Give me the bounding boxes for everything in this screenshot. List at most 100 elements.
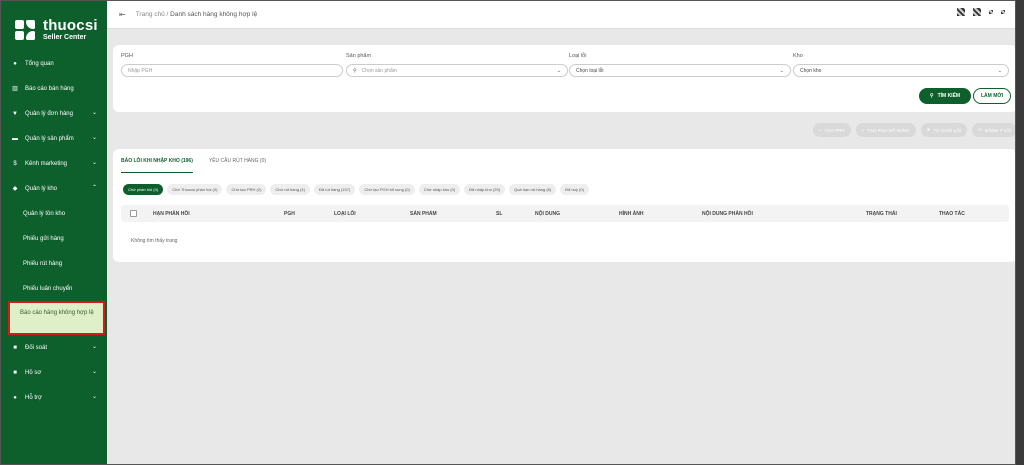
app-window: thuocsi Seller Center ● Tổng quan ▥ Báo … <box>0 0 1016 465</box>
action-bar: + TẠO PRH + TẠO PGH BỔ SUNG ⊗ TỪ CHỐI LỖI ⊙… <box>813 123 1015 137</box>
product-select[interactable]: ⚲ Chọn sản phẩm ⌄ <box>346 64 568 77</box>
topbar: ⇤ Trang chủ / Danh sách hàng không hợp l… <box>107 1 1015 29</box>
chevron-down-icon: ⌄ <box>91 369 97 375</box>
status-chip[interactable]: Chờ tạo PGH bổ sung (0) <box>359 184 415 195</box>
sidebar-subitem-label: Phiếu luân chuyển <box>23 285 73 292</box>
sidebar-item-orders[interactable]: ▼ Quản lý đơn hàng ⌄ <box>1 101 107 126</box>
sidebar-item-label: Quản lý sản phẩm <box>25 135 74 142</box>
column-header: NỘI DUNG PHẢN HỒI <box>702 211 753 217</box>
create-prh-button[interactable]: + TẠO PRH <box>813 123 851 137</box>
chevron-down-icon: ⌄ <box>91 394 97 400</box>
main-content: ⇤ Trang chủ / Danh sách hàng không hợp l… <box>107 1 1015 464</box>
check-icon: ⊙ <box>977 127 982 132</box>
sidebar-subitem-label: Phiếu rút hàng <box>23 260 63 267</box>
sidebar-item-label: Kênh marketing <box>25 160 68 167</box>
pgh-label: PGH <box>121 53 133 59</box>
sidebar-subitem-transfer[interactable]: Phiếu luân chuyển <box>1 276 107 301</box>
tab-withdraw-requests[interactable]: YÊU CẦU RÚT HÀNG (0) <box>209 158 266 173</box>
close-icon: ⊗ <box>926 127 931 132</box>
sidebar-item-overview[interactable]: ● Tổng quan <box>1 51 107 76</box>
error-type-select[interactable]: Chọn loại lỗi ⌄ <box>569 64 791 77</box>
status-chip[interactable]: Đã nhập kho (25) <box>464 184 506 195</box>
product-icon: ▬ <box>12 135 18 142</box>
status-chip[interactable]: Đã rút hàng (157) <box>313 184 356 195</box>
chart-icon: ▥ <box>12 86 18 92</box>
filter-panel: PGH Nhập PGH Sản phẩm ⚲ Chọn sản phẩm ⌄ … <box>113 45 1015 112</box>
chevron-down-icon: ⌄ <box>779 67 784 74</box>
status-chip[interactable]: Đã huỷ (0) <box>560 184 589 195</box>
warehouse-icon: ◆ <box>12 186 18 192</box>
doc-icon: ■ <box>13 369 17 376</box>
sidebar-subitem-shipment[interactable]: Phiếu gửi hàng <box>1 226 107 251</box>
warehouse-select[interactable]: Chọn kho ⌄ <box>793 64 1009 77</box>
topbar-right <box>957 8 1005 16</box>
logo[interactable]: thuocsi Seller Center <box>1 1 107 47</box>
breadcrumb-home[interactable]: Trang chủ <box>136 11 165 18</box>
collapse-sidebar-icon[interactable]: ⇤ <box>119 10 126 19</box>
chevron-down-icon: ⌄ <box>91 135 97 141</box>
status-chip[interactable]: Chờ Thuocsi phản hồi (0) <box>167 184 223 195</box>
product-placeholder: Chọn sản phẩm <box>361 67 397 74</box>
avatar[interactable] <box>957 8 965 16</box>
warehouse-value: Chọn kho <box>800 67 822 74</box>
column-header: LOẠI LỖI <box>334 211 356 217</box>
sidebar-item-sales-report[interactable]: ▥ Báo cáo bán hàng <box>1 76 107 101</box>
product-label: Sản phẩm <box>346 53 372 59</box>
pgh-input[interactable]: Nhập PGH <box>121 64 343 77</box>
sidebar-subitem-withdraw[interactable]: Phiếu rút hàng <box>1 251 107 276</box>
column-header: SẢN PHẨM <box>410 211 437 217</box>
sidebar-menu: ● Tổng quan ▥ Báo cáo bán hàng ▼ Quản lý… <box>1 51 107 410</box>
sidebar-item-label: Quản lý đơn hàng <box>25 110 73 117</box>
search-icon: ⚲ <box>353 67 357 74</box>
sidebar: thuocsi Seller Center ● Tổng quan ▥ Báo … <box>1 1 107 464</box>
sidebar-item-products[interactable]: ▬ Quản lý sản phẩm ⌄ <box>1 126 107 151</box>
sidebar-subitem-label: Phiếu gửi hàng <box>23 235 64 242</box>
status-chip[interactable]: Chờ phản hồi (0) <box>123 184 164 195</box>
notification-icon[interactable] <box>973 8 981 16</box>
status-chip[interactable]: Chờ rút hàng (4) <box>270 184 310 195</box>
status-filter-chips: Chờ phản hồi (0) Chờ Thuocsi phản hồi (0… <box>123 184 589 195</box>
warehouse-label: Kho <box>793 53 803 59</box>
accept-error-label: ĐỒNG Ý LỖI <box>984 127 1011 133</box>
thuocsi-logo-icon <box>15 20 37 40</box>
sidebar-item-warehouse[interactable]: ◆ Quản lý kho ⌃ <box>1 176 107 201</box>
reset-button[interactable]: LÀM MỚI <box>973 88 1011 104</box>
create-prh-label: TẠO PRH <box>824 127 845 133</box>
plus-icon: + <box>861 127 865 133</box>
sidebar-item-reconcile[interactable]: ■ Đối soát ⌄ <box>1 335 107 360</box>
tab-import-errors[interactable]: BÁO LỖI KHI NHẬP KHO (196) <box>121 158 193 173</box>
sidebar-item-label: Hỗ trợ <box>25 394 42 401</box>
more-icon[interactable] <box>1001 10 1005 14</box>
table-header: HẠN PHẢN HỒI PGH LOẠI LỖI SẢN PHẨM SL NỘ… <box>121 205 1009 222</box>
search-button[interactable]: ⚲ TÌM KIẾM <box>919 88 971 104</box>
cart-icon: ▼ <box>12 110 18 117</box>
breadcrumb-current: Danh sách hàng không hợp lệ <box>170 11 258 18</box>
sidebar-item-label: Quản lý kho <box>25 185 58 192</box>
status-chip[interactable]: Chờ nhập kho (0) <box>418 184 461 195</box>
sidebar-item-marketing[interactable]: $ Kênh marketing ⌄ <box>1 151 107 176</box>
select-all-checkbox[interactable] <box>130 210 137 217</box>
sidebar-subitem-invalid-report[interactable]: Báo cáo hàng không hợp lệ <box>8 301 105 335</box>
app-subtitle: Seller Center <box>43 34 87 41</box>
status-chip[interactable]: Quá hạn rút hàng (8) <box>509 184 557 195</box>
plus-icon: + <box>819 127 822 133</box>
sidebar-item-profile[interactable]: ■ Hồ sơ ⌄ <box>1 360 107 385</box>
reject-error-label: TỪ CHỐI LỖI <box>933 127 961 133</box>
chevron-down-icon: ⌄ <box>91 344 97 350</box>
create-pgh-supplement-button[interactable]: + TẠO PGH BỔ SUNG <box>855 123 916 137</box>
sidebar-item-label: Đối soát <box>25 344 48 351</box>
sidebar-item-label: Hồ sơ <box>25 369 42 376</box>
accept-error-button[interactable]: ⊙ ĐỒNG Ý LỖI <box>971 123 1015 137</box>
chevron-down-icon: ⌄ <box>91 110 97 116</box>
sidebar-subitem-inventory[interactable]: Quản lý tồn kho <box>1 201 107 226</box>
results-panel: BÁO LỖI KHI NHẬP KHO (196) YÊU CẦU RÚT H… <box>113 149 1015 262</box>
search-button-label: TÌM KIẾM <box>937 93 961 99</box>
sidebar-item-support[interactable]: ● Hỗ trợ ⌄ <box>1 385 107 410</box>
breadcrumb: Trang chủ / Danh sách hàng không hợp lệ <box>136 11 258 18</box>
status-chip[interactable]: Chờ tạo PRH (2) <box>226 184 267 195</box>
user-menu-icon[interactable] <box>989 10 993 14</box>
column-header: THAO TÁC <box>939 211 965 217</box>
column-header: PGH <box>284 211 295 217</box>
column-header: HẠN PHẢN HỒI <box>153 211 190 217</box>
reject-error-button[interactable]: ⊗ TỪ CHỐI LỖI <box>920 123 967 137</box>
